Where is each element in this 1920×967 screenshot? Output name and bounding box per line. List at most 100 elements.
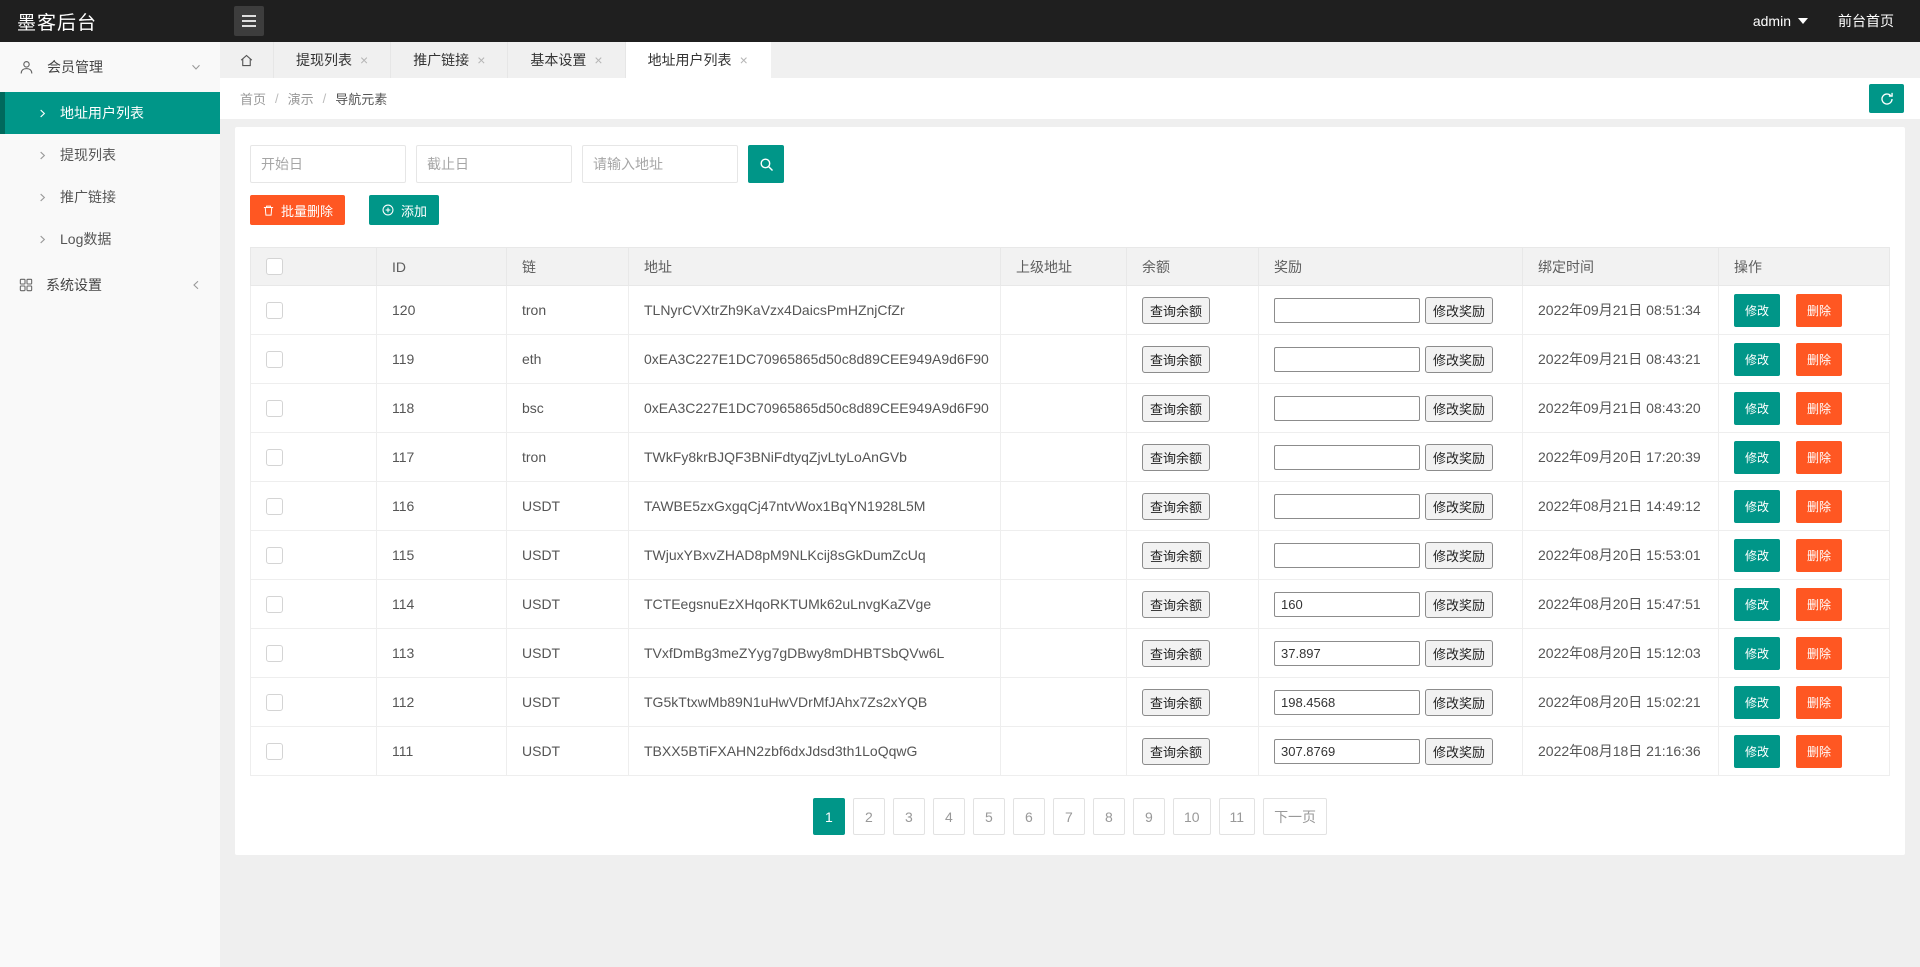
delete-button[interactable]: 删除	[1796, 343, 1842, 376]
delete-button[interactable]: 删除	[1796, 441, 1842, 474]
modify-reward-button[interactable]: 修改奖励	[1425, 297, 1493, 324]
menu-toggle-button[interactable]	[234, 6, 264, 36]
page-button[interactable]: 11	[1219, 798, 1256, 835]
page-button[interactable]: 3	[893, 798, 925, 835]
breadcrumb-item[interactable]: 演示	[288, 89, 314, 108]
delete-button[interactable]: 删除	[1796, 392, 1842, 425]
query-balance-button[interactable]: 查询余额	[1142, 346, 1210, 373]
modify-reward-button[interactable]: 修改奖励	[1425, 640, 1493, 667]
sidebar-group-system[interactable]: 系统设置	[0, 260, 220, 310]
row-checkbox[interactable]	[266, 302, 283, 319]
page-button[interactable]: 6	[1013, 798, 1045, 835]
edit-button[interactable]: 修改	[1734, 735, 1780, 768]
select-all-checkbox[interactable]	[266, 258, 283, 275]
page-button[interactable]: 4	[933, 798, 965, 835]
query-balance-button[interactable]: 查询余额	[1142, 640, 1210, 667]
reward-input[interactable]	[1274, 592, 1420, 617]
page-button[interactable]: 7	[1053, 798, 1085, 835]
row-checkbox[interactable]	[266, 351, 283, 368]
page-button[interactable]: 9	[1133, 798, 1165, 835]
tab-2[interactable]: 推广链接×	[391, 42, 508, 78]
edit-button[interactable]: 修改	[1734, 637, 1780, 670]
edit-button[interactable]: 修改	[1734, 294, 1780, 327]
page-button[interactable]: 8	[1093, 798, 1125, 835]
delete-button[interactable]: 删除	[1796, 686, 1842, 719]
delete-button[interactable]: 删除	[1796, 637, 1842, 670]
page-button[interactable]: 1	[813, 798, 845, 835]
modify-reward-button[interactable]: 修改奖励	[1425, 395, 1493, 422]
tab-3[interactable]: 基本设置×	[508, 42, 625, 78]
page-button[interactable]: 2	[853, 798, 885, 835]
reward-input[interactable]	[1274, 690, 1420, 715]
reward-input[interactable]	[1274, 739, 1420, 764]
tab-1[interactable]: 提现列表×	[274, 42, 391, 78]
address-search-input[interactable]	[582, 145, 738, 183]
edit-button[interactable]: 修改	[1734, 539, 1780, 572]
row-checkbox[interactable]	[266, 743, 283, 760]
tab-4[interactable]: 地址用户列表×	[626, 42, 771, 78]
modify-reward-button[interactable]: 修改奖励	[1425, 591, 1493, 618]
row-checkbox[interactable]	[266, 498, 283, 515]
reward-input[interactable]	[1274, 445, 1420, 470]
modify-reward-button[interactable]: 修改奖励	[1425, 493, 1493, 520]
start-date-input[interactable]	[250, 145, 406, 183]
batch-delete-button[interactable]: 批量删除	[250, 195, 345, 225]
query-balance-button[interactable]: 查询余额	[1142, 493, 1210, 520]
sidebar-item[interactable]: 提现列表	[0, 134, 220, 176]
edit-button[interactable]: 修改	[1734, 588, 1780, 621]
page-button[interactable]: 5	[973, 798, 1005, 835]
tab-home[interactable]	[220, 42, 274, 78]
edit-button[interactable]: 修改	[1734, 441, 1780, 474]
edit-button[interactable]: 修改	[1734, 392, 1780, 425]
breadcrumb-item[interactable]: 首页	[240, 89, 266, 108]
search-button[interactable]	[748, 145, 784, 183]
reward-input[interactable]	[1274, 494, 1420, 519]
add-button[interactable]: 添加	[369, 195, 439, 225]
row-checkbox[interactable]	[266, 547, 283, 564]
modify-reward-button[interactable]: 修改奖励	[1425, 444, 1493, 471]
sidebar-group-members[interactable]: 会员管理	[0, 42, 220, 92]
front-home-link[interactable]: 前台首页	[1838, 11, 1894, 31]
query-balance-button[interactable]: 查询余额	[1142, 444, 1210, 471]
sidebar-item[interactable]: Log数据	[0, 218, 220, 260]
query-balance-button[interactable]: 查询余额	[1142, 542, 1210, 569]
row-checkbox[interactable]	[266, 449, 283, 466]
reward-input[interactable]	[1274, 641, 1420, 666]
delete-button[interactable]: 删除	[1796, 539, 1842, 572]
page-button[interactable]: 10	[1173, 798, 1211, 835]
next-page-button[interactable]: 下一页	[1263, 798, 1327, 835]
reward-input[interactable]	[1274, 396, 1420, 421]
delete-button[interactable]: 删除	[1796, 588, 1842, 621]
query-balance-button[interactable]: 查询余额	[1142, 689, 1210, 716]
edit-button[interactable]: 修改	[1734, 490, 1780, 523]
user-menu[interactable]: admin	[1753, 13, 1808, 29]
end-date-input[interactable]	[416, 145, 572, 183]
delete-button[interactable]: 删除	[1796, 294, 1842, 327]
close-icon[interactable]: ×	[594, 53, 602, 67]
close-icon[interactable]: ×	[740, 53, 748, 67]
query-balance-button[interactable]: 查询余额	[1142, 738, 1210, 765]
delete-button[interactable]: 删除	[1796, 490, 1842, 523]
modify-reward-button[interactable]: 修改奖励	[1425, 689, 1493, 716]
row-checkbox[interactable]	[266, 596, 283, 613]
modify-reward-button[interactable]: 修改奖励	[1425, 346, 1493, 373]
row-checkbox[interactable]	[266, 694, 283, 711]
sidebar-item[interactable]: 推广链接	[0, 176, 220, 218]
query-balance-button[interactable]: 查询余额	[1142, 297, 1210, 324]
edit-button[interactable]: 修改	[1734, 686, 1780, 719]
modify-reward-button[interactable]: 修改奖励	[1425, 542, 1493, 569]
delete-button[interactable]: 删除	[1796, 735, 1842, 768]
close-icon[interactable]: ×	[360, 53, 368, 67]
reward-input[interactable]	[1274, 347, 1420, 372]
sidebar-item[interactable]: 地址用户列表	[0, 92, 220, 134]
refresh-button[interactable]	[1869, 84, 1904, 113]
modify-reward-button[interactable]: 修改奖励	[1425, 738, 1493, 765]
row-checkbox[interactable]	[266, 400, 283, 417]
query-balance-button[interactable]: 查询余额	[1142, 395, 1210, 422]
query-balance-button[interactable]: 查询余额	[1142, 591, 1210, 618]
reward-input[interactable]	[1274, 298, 1420, 323]
close-icon[interactable]: ×	[477, 53, 485, 67]
reward-input[interactable]	[1274, 543, 1420, 568]
edit-button[interactable]: 修改	[1734, 343, 1780, 376]
row-checkbox[interactable]	[266, 645, 283, 662]
